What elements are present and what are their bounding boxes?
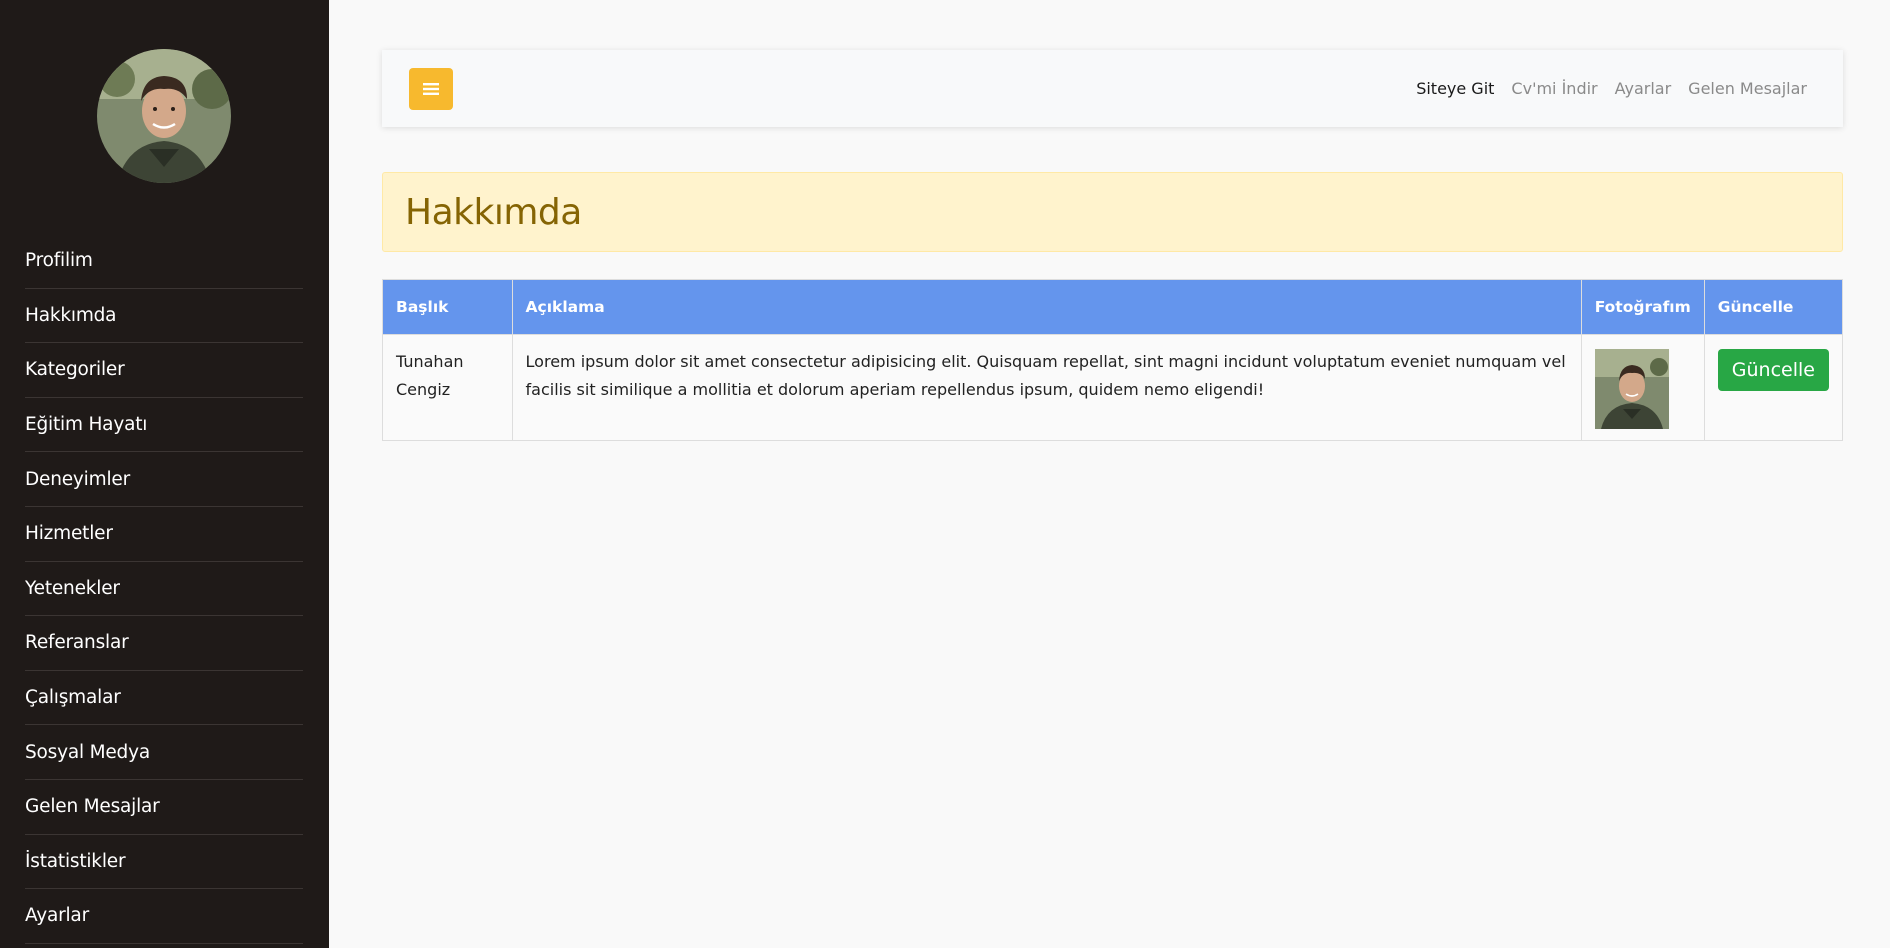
page-title-banner: Hakkımda <box>382 172 1843 252</box>
sidebar-toggle-button[interactable] <box>409 68 453 110</box>
update-button[interactable]: Güncelle <box>1717 349 1829 391</box>
sidebar-item-label: Kategoriler <box>25 359 125 381</box>
cell-photo <box>1580 334 1705 441</box>
column-header-fotografim: Fotoğrafım <box>1580 279 1705 335</box>
sidebar-item-profilim[interactable]: Profilim <box>25 234 303 289</box>
sidebar-item-kategoriler[interactable]: Kategoriler <box>25 343 303 398</box>
siteye-git-link[interactable]: Siteye Git <box>1416 79 1494 98</box>
column-header-baslik: Başlık <box>382 279 513 335</box>
sidebar-item-sosyal-medya[interactable]: Sosyal Medya <box>25 725 303 780</box>
sidebar-item-label: Profilim <box>25 250 93 272</box>
sidebar-item-yetenekler[interactable]: Yetenekler <box>25 562 303 617</box>
sidebar-item-label: Referanslar <box>25 632 129 654</box>
cell-description: Lorem ipsum dolor sit amet consectetur a… <box>511 334 1582 441</box>
about-table: Başlık Açıklama Fotoğrafım Güncelle Tuna… <box>382 279 1844 441</box>
top-links: Siteye Git Cv'mi İndir Ayarlar Gelen Mes… <box>1416 50 1807 127</box>
avatar[interactable] <box>97 49 231 183</box>
table-header-row: Başlık Açıklama Fotoğrafım Güncelle <box>382 279 1844 335</box>
sidebar-item-label: Yetenekler <box>25 577 120 599</box>
gelen-mesajlar-link[interactable]: Gelen Mesajlar <box>1688 79 1807 98</box>
cell-title: Tunahan Cengiz <box>382 334 513 441</box>
sidebar-item-label: Hizmetler <box>25 523 113 545</box>
sidebar-item-label: Eğitim Hayatı <box>25 414 148 436</box>
sidebar-item-egitim-hayati[interactable]: Eğitim Hayatı <box>25 398 303 453</box>
sidebar-item-istatistikler[interactable]: İstatistikler <box>25 835 303 890</box>
sidebar-item-label: Çalışmalar <box>25 687 121 709</box>
sidebar-item-label: Deneyimler <box>25 468 130 490</box>
sidebar-item-label: İstatistikler <box>25 850 126 872</box>
sidebar-item-label: Sosyal Medya <box>25 741 150 763</box>
sidebar-item-hakkimda[interactable]: Hakkımda <box>25 289 303 344</box>
sidebar-item-label: Hakkımda <box>25 304 117 326</box>
sidebar-item-calismalar[interactable]: Çalışmalar <box>25 671 303 726</box>
sidebar-item-deneyimler[interactable]: Deneyimler <box>25 452 303 507</box>
top-navbar: Siteye Git Cv'mi İndir Ayarlar Gelen Mes… <box>382 50 1843 127</box>
sidebar-nav: Profilim Hakkımda Kategoriler Eğitim Hay… <box>25 234 303 944</box>
column-header-guncelle: Güncelle <box>1703 279 1844 335</box>
ayarlar-link[interactable]: Ayarlar <box>1615 79 1672 98</box>
sidebar-item-label: Gelen Mesajlar <box>25 796 160 818</box>
page-title: Hakkımda <box>405 191 582 233</box>
profile-photo-icon <box>97 49 231 183</box>
column-header-aciklama: Açıklama <box>511 279 1582 335</box>
cv-indir-link[interactable]: Cv'mi İndir <box>1511 79 1597 98</box>
sidebar-item-referanslar[interactable]: Referanslar <box>25 616 303 671</box>
profile-photo-thumbnail-icon <box>1594 349 1669 429</box>
sidebar: Profilim Hakkımda Kategoriler Eğitim Hay… <box>0 0 329 948</box>
sidebar-item-gelen-mesajlar[interactable]: Gelen Mesajlar <box>25 780 303 835</box>
sidebar-item-ayarlar[interactable]: Ayarlar <box>25 889 303 944</box>
cell-update: Güncelle <box>1703 334 1844 441</box>
photo-thumbnail <box>1594 349 1669 429</box>
table-row: Tunahan Cengiz Lorem ipsum dolor sit ame… <box>382 334 1844 441</box>
sidebar-item-hizmetler[interactable]: Hizmetler <box>25 507 303 562</box>
hamburger-menu-icon <box>423 83 439 95</box>
sidebar-item-label: Ayarlar <box>25 905 89 927</box>
